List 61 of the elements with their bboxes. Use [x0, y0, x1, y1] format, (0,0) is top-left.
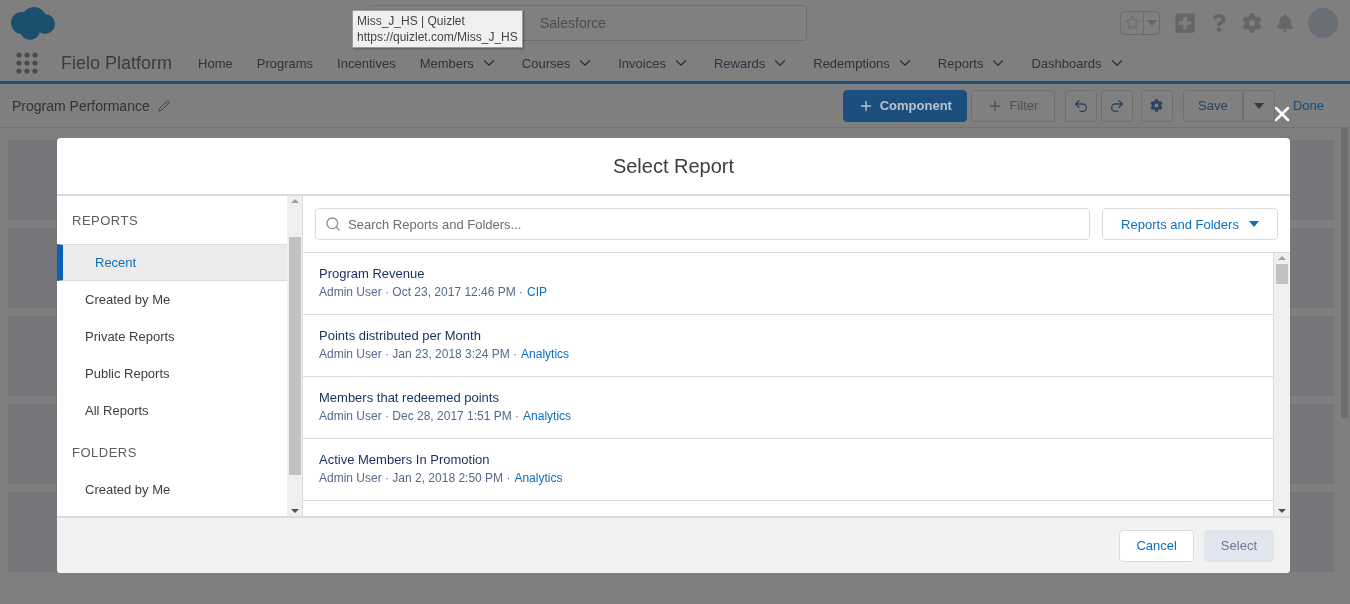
add-icon[interactable]	[1174, 11, 1196, 34]
report-meta: Admin User · Oct 23, 2017 12:46 PM ·	[319, 285, 524, 299]
sidebar-item[interactable]: All Reports	[57, 392, 287, 429]
search-field[interactable]: Search Reports and Folders...	[315, 208, 1090, 240]
filter-dropdown[interactable]: Reports and Folders	[1102, 208, 1278, 240]
settings-button[interactable]	[1140, 89, 1173, 122]
app-name: Fielo Platform	[61, 52, 173, 74]
report-name: Active Members In Promotion	[319, 452, 491, 467]
settings-icon	[1150, 99, 1164, 112]
sidebar-item[interactable]: Created by Me	[57, 281, 287, 318]
report-meta: Admin User · Jan 2, 2018 2:50 PM ·	[319, 471, 511, 485]
favorites-button[interactable]	[1120, 10, 1160, 35]
nav-item[interactable]: Home	[186, 55, 245, 71]
edit-icon[interactable]	[157, 99, 170, 112]
report-name: Members that redeemed points	[319, 390, 500, 405]
caret-icon	[1146, 19, 1157, 26]
nav-item[interactable]: Courses	[509, 54, 607, 72]
folder-link[interactable]: Analytics	[521, 347, 570, 361]
folder-link[interactable]: Analytics	[523, 409, 572, 423]
redo-button[interactable]	[1100, 89, 1133, 122]
caret-icon	[1253, 102, 1264, 109]
report-meta: Admin User · Dec 28, 2017 1:51 PM ·	[319, 409, 520, 423]
nav-item[interactable]: Members	[407, 54, 510, 72]
scrollbar[interactable]	[1273, 253, 1290, 516]
settings-icon[interactable]	[1242, 12, 1262, 33]
nav-item[interactable]: Programs	[244, 55, 326, 71]
nav-item[interactable]: Reports	[925, 54, 1020, 72]
folder-link[interactable]: CIP	[527, 285, 548, 299]
page-title: Program Performance	[12, 97, 150, 114]
report-row[interactable]: Program Revenue Admin User · Oct 23, 2017 12:46 PM · CIP	[303, 253, 1273, 315]
notifications-icon[interactable]	[1276, 13, 1294, 32]
cancel-button[interactable]: Cancel	[1119, 529, 1194, 562]
nav-item[interactable]: Invoices	[606, 54, 702, 72]
save-menu-button[interactable]	[1242, 89, 1275, 122]
section-heading: REPORTS	[71, 211, 140, 230]
nav-item[interactable]: Rewards	[701, 54, 802, 72]
nav-item[interactable]: Dashboards	[1019, 54, 1138, 72]
report-row[interactable]: Members that redeemed points Admin User · Dec 28, 2017 1:51 PM · Analytics	[303, 377, 1273, 439]
section-heading: FOLDERS	[71, 443, 138, 462]
dialog-title: Select Report	[612, 154, 735, 178]
report-name: Points distributed per Month	[319, 328, 482, 343]
sidebar-item[interactable]: Public Reports	[57, 355, 287, 392]
help-icon[interactable]	[1210, 13, 1228, 32]
sidebar-item[interactable]: Recent	[57, 244, 287, 281]
report-name: Program Revenue	[319, 266, 426, 281]
undo-button[interactable]	[1064, 89, 1097, 122]
nav-item[interactable]: Incentives	[325, 55, 408, 71]
nav-item[interactable]: Redemptions	[801, 54, 926, 72]
report-row[interactable]: Active Members In Promotion Admin User · Jan 2, 2018 2:50 PM · Analytics	[303, 439, 1273, 501]
sidebar-item[interactable]: Created by Me	[57, 471, 287, 508]
redo-icon	[1108, 97, 1125, 114]
scrollbar[interactable]	[287, 196, 303, 516]
report-row[interactable]: Points distributed per Month Admin User · Jan 23, 2018 3:24 PM · Analytics	[303, 315, 1273, 377]
add-component-button[interactable]: Component	[842, 89, 967, 122]
undo-icon	[1072, 97, 1089, 114]
save-button[interactable]: Save	[1182, 89, 1243, 122]
folder-link[interactable]: Analytics	[514, 471, 563, 485]
report-meta: Admin User · Jan 23, 2018 3:24 PM ·	[319, 347, 518, 361]
sidebar-item[interactable]: Private Reports	[57, 318, 287, 355]
app-launcher-icon[interactable]	[16, 52, 38, 74]
cloud-logo	[8, 4, 56, 41]
